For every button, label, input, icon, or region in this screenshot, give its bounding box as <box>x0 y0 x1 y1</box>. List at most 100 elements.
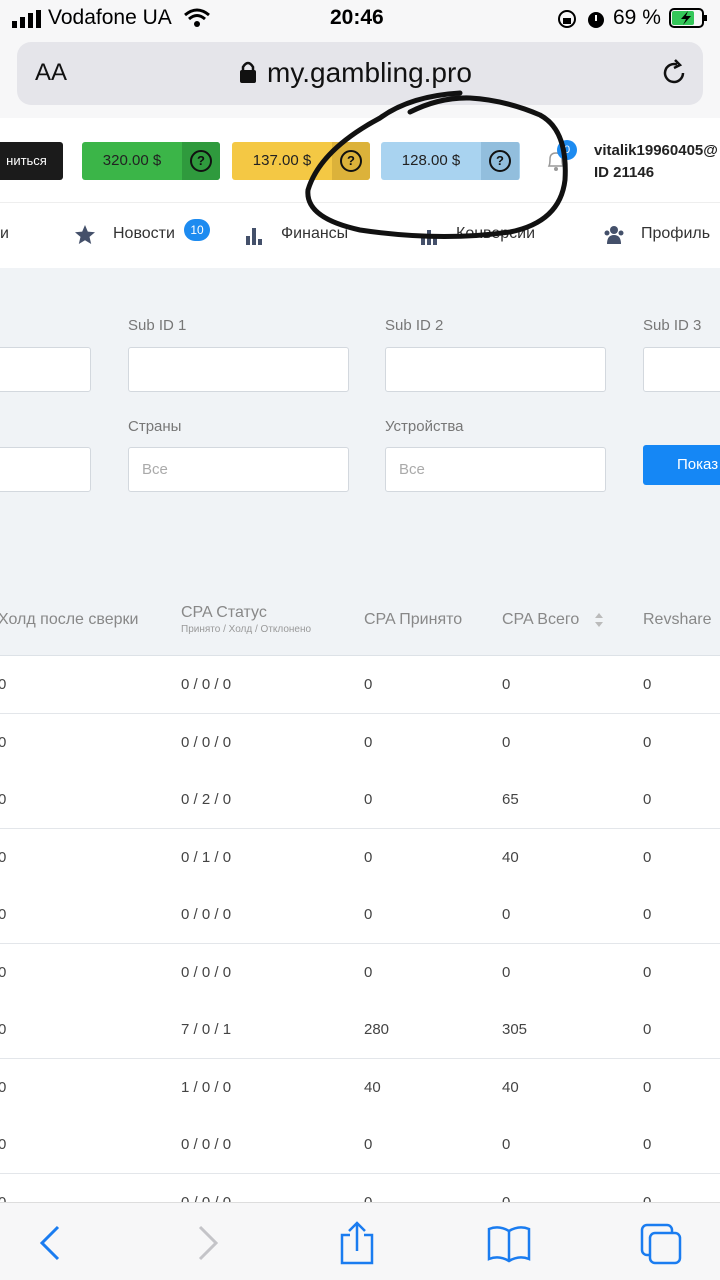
col-cpa-total[interactable]: CPA Всего <box>502 611 579 629</box>
table-cell: 0 <box>0 1021 7 1038</box>
battery-percent: 69 % <box>613 6 661 29</box>
bookmarks-icon[interactable] <box>486 1221 532 1265</box>
help-icon[interactable]: ? <box>182 142 220 180</box>
balance-green-value: 320.00 $ <box>102 152 162 169</box>
header-action-button[interactable]: ниться <box>0 142 63 180</box>
lock-icon <box>240 61 256 83</box>
alarm-icon <box>588 12 604 28</box>
devices-select[interactable]: Все <box>385 447 606 492</box>
signal-icon <box>12 10 41 28</box>
star-icon <box>75 225 95 244</box>
url-text[interactable]: my.gambling.pro <box>267 57 472 89</box>
browser-toolbar <box>0 1202 720 1280</box>
header-action-label: ниться <box>6 153 47 168</box>
table-cell: 0 <box>0 906 7 923</box>
table-header: Холд после сверки CPA Статус Принято / Х… <box>0 588 720 656</box>
sub-id-2-label: Sub ID 2 <box>385 317 444 334</box>
notification-badge: 0 <box>557 140 577 160</box>
back-icon[interactable] <box>28 1221 74 1265</box>
wifi-icon <box>184 8 210 27</box>
table-cell: 0 <box>643 733 652 751</box>
sub-id-2-input[interactable] <box>385 347 606 392</box>
username: vitalik19960405@ <box>594 142 718 159</box>
table-row: 0 0 / 0 / 0 0 0 0 <box>0 1116 720 1174</box>
table-cell: 0 <box>643 848 652 866</box>
reload-icon[interactable] <box>659 58 689 88</box>
status-bar: Vodafone UA 20:46 69 % <box>0 0 720 38</box>
bars-icon <box>421 230 437 245</box>
nav-item-profile[interactable]: Профиль <box>641 225 710 243</box>
nav-item-news[interactable]: Новости <box>113 225 175 243</box>
table-cell: 40 <box>502 1078 519 1096</box>
table-cell: 0 <box>502 1136 511 1153</box>
table-cell: 1 / 0 / 0 <box>181 1078 232 1096</box>
col-cpa-status[interactable]: CPA Статус <box>181 604 267 622</box>
balance-blue-value: 128.00 $ <box>401 152 461 169</box>
tabs-icon[interactable] <box>638 1221 684 1265</box>
help-icon[interactable]: ? <box>332 142 370 180</box>
clock: 20:46 <box>330 6 384 29</box>
nav-item-partial[interactable]: и <box>0 225 9 243</box>
table-cell: 0 <box>502 676 511 693</box>
sort-icon[interactable] <box>594 612 604 628</box>
table-cell: 0 / 0 / 0 <box>181 733 232 751</box>
table-row: 0 0 / 2 / 0 0 65 0 <box>0 771 720 829</box>
sub-id-1-label: Sub ID 1 <box>128 317 187 334</box>
filter-select-partial[interactable] <box>0 447 91 492</box>
table-row: 0 0 / 0 / 0 0 0 0 <box>0 656 720 714</box>
table-cell: 0 <box>643 676 652 693</box>
share-icon[interactable] <box>334 1221 380 1265</box>
text-size-button[interactable]: AA <box>35 59 67 87</box>
devices-placeholder: Все <box>399 461 425 478</box>
table-cell: 7 / 0 / 1 <box>181 1021 232 1038</box>
table-row: 0 0 / 0 / 0 0 0 0 <box>0 713 720 772</box>
nav-item-conversions[interactable]: Конверсии <box>456 225 535 243</box>
user-info[interactable]: vitalik19960405@ ID 21146 <box>594 140 718 184</box>
balance-blue[interactable]: 128.00 $ ? <box>381 142 520 180</box>
table-cell: 0 <box>364 733 373 751</box>
table-cell: 0 <box>502 733 511 751</box>
countries-placeholder: Все <box>142 461 168 478</box>
balance-yellow[interactable]: 137.00 $ ? <box>232 142 370 180</box>
show-button[interactable]: Показ <box>643 445 720 485</box>
balance-yellow-value: 137.00 $ <box>252 152 312 169</box>
table-cell: 0 / 2 / 0 <box>181 791 232 808</box>
sub-id-1-input[interactable] <box>128 347 349 392</box>
table-row: 0 0 / 1 / 0 0 40 0 <box>0 828 720 887</box>
table-cell: 0 / 0 / 0 <box>181 1136 232 1153</box>
filters-panel <box>0 268 720 588</box>
site-header: ниться 320.00 $ ? 137.00 $ ? 128.00 $ ? … <box>0 118 720 202</box>
countries-label: Страны <box>128 418 182 435</box>
col-cpa-accepted[interactable]: CPA Принято <box>364 611 462 629</box>
nav-item-finance[interactable]: Финансы <box>281 225 348 243</box>
table-cell: 0 <box>0 963 7 981</box>
news-badge: 10 <box>184 219 210 241</box>
col-hold[interactable]: Холд после сверки <box>0 611 138 629</box>
chart-icon <box>246 228 262 245</box>
table-row: 0 1 / 0 / 0 40 40 0 <box>0 1058 720 1117</box>
sub-id-3-input[interactable] <box>643 347 720 392</box>
countries-select[interactable]: Все <box>128 447 349 492</box>
table-cell: 65 <box>502 791 519 808</box>
table-cell: 280 <box>364 1021 390 1038</box>
forward-icon[interactable] <box>184 1221 230 1265</box>
table-cell: 40 <box>364 1078 381 1096</box>
table-cell: 0 / 0 / 0 <box>181 963 232 981</box>
table-cell: 0 <box>364 1136 373 1153</box>
col-cpa-status-sub: Принято / Холд / Отклонено <box>181 624 312 635</box>
table-cell: 305 <box>502 1021 528 1038</box>
table-row: 0 0 / 0 / 0 0 0 0 <box>0 943 720 1002</box>
balance-green[interactable]: 320.00 $ ? <box>82 142 220 180</box>
table-cell: 0 <box>364 676 373 693</box>
address-bar[interactable]: AA my.gambling.pro <box>17 42 703 105</box>
table-cell: 0 <box>364 963 373 981</box>
table-cell: 0 / 0 / 0 <box>181 676 232 693</box>
table-cell: 0 <box>643 906 652 923</box>
table-cell: 0 <box>0 676 7 693</box>
table-cell: 0 <box>0 791 7 808</box>
col-revshare[interactable]: Revshare <box>643 611 711 629</box>
table-cell: 0 <box>364 906 373 923</box>
table-row: 0 7 / 0 / 1 280 305 0 <box>0 1001 720 1059</box>
help-icon[interactable]: ? <box>481 142 519 180</box>
filter-input-partial[interactable] <box>0 347 91 392</box>
